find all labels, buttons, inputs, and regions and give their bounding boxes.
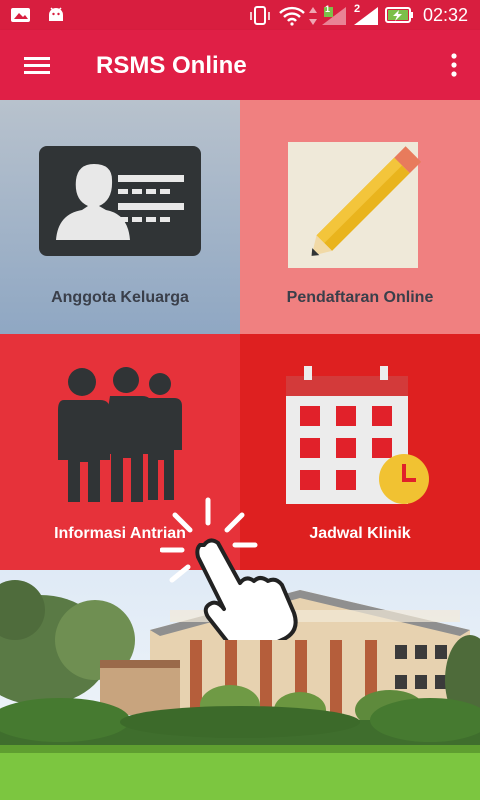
vibrate-icon: [250, 6, 270, 25]
battery-charging-icon: [385, 7, 413, 23]
android-notification-icon: [49, 7, 63, 21]
data-activity-icon: [309, 7, 317, 25]
hamburger-menu-icon[interactable]: [22, 50, 52, 80]
gallery-notification-icon: [11, 8, 30, 22]
tile-anggota-keluarga[interactable]: Anggota Keluarga: [0, 100, 240, 334]
queue-people-icon: [58, 367, 182, 502]
sim1-label: 1: [325, 4, 331, 14]
pencil-note-icon: [288, 142, 422, 268]
app-title: RSMS Online: [96, 52, 247, 79]
tap-hand-icon: [160, 497, 298, 640]
wifi-icon: [279, 6, 305, 26]
tile-label: Pendaftaran Online: [286, 289, 434, 306]
calendar-clock-icon: [286, 366, 429, 504]
id-card-icon: [39, 146, 201, 256]
app-bar: RSMS Online: [0, 30, 480, 100]
status-bar: 1 2 02:32: [0, 0, 480, 30]
status-time: 02:32: [422, 5, 468, 25]
more-vert-icon[interactable]: [446, 50, 462, 80]
sim2-label: 2: [354, 3, 361, 15]
tile-label: Anggota Keluarga: [51, 289, 189, 306]
tile-pendaftaran-online[interactable]: Pendaftaran Online: [240, 100, 480, 334]
